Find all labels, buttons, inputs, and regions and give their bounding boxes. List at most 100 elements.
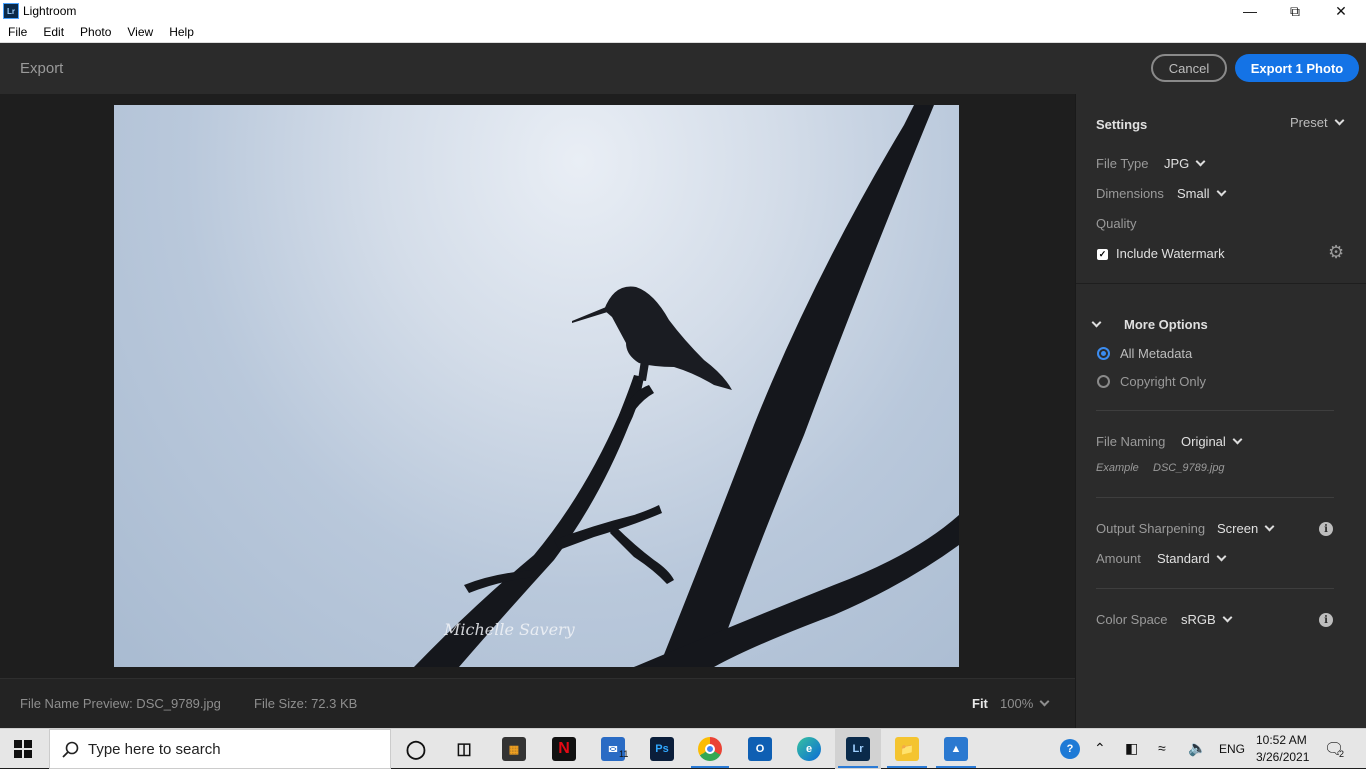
file-naming-value: Original <box>1181 434 1226 449</box>
window-title: Lightroom <box>23 4 77 18</box>
fit-button[interactable]: Fit <box>972 696 988 711</box>
help-icon[interactable]: ? <box>1060 739 1080 759</box>
radio-copyright-only[interactable] <box>1097 375 1110 388</box>
divider <box>1096 497 1334 498</box>
watermark-checkbox[interactable]: ✓ <box>1097 249 1108 260</box>
cortana-icon[interactable]: ◯ <box>404 737 428 761</box>
color-space-dropdown[interactable]: sRGB <box>1181 612 1233 627</box>
file-size: File Size: 72.3 KB <box>254 696 358 711</box>
preset-label: Preset <box>1290 115 1328 130</box>
taskbar: Type here to search ◯ ◫ ▦ N ✉ 11 Ps O e … <box>0 728 1366 769</box>
output-sharpening-dropdown[interactable]: Screen <box>1217 521 1275 536</box>
store-icon[interactable]: ▦ <box>502 737 526 761</box>
windows-start-icon[interactable] <box>14 740 32 758</box>
all-metadata-label: All Metadata <box>1120 346 1193 361</box>
quality-label: Quality <box>1096 216 1137 231</box>
chevron-down-icon[interactable] <box>1091 317 1102 328</box>
search-placeholder: Type here to search <box>88 740 221 758</box>
file-type-value: JPG <box>1164 156 1190 171</box>
menu-help[interactable]: Help <box>161 25 202 39</box>
chevron-down-icon <box>1039 696 1050 707</box>
restore-button[interactable]: ⧉ <box>1272 0 1318 22</box>
menu-edit[interactable]: Edit <box>35 25 72 39</box>
photo-preview: Michelle Savery <box>114 105 959 667</box>
chevron-down-icon <box>1232 434 1243 445</box>
copyright-only-label: Copyright Only <box>1120 374 1206 389</box>
divider <box>1076 283 1366 284</box>
amount-dropdown[interactable]: Standard <box>1157 551 1227 566</box>
watermark-text: Michelle Savery <box>443 620 576 639</box>
chevron-down-icon <box>1334 115 1345 126</box>
file-name-preview: File Name Preview: DSC_9789.jpg <box>20 696 221 711</box>
chevron-down-icon <box>1264 521 1275 532</box>
clock-time[interactable]: 10:52 AM <box>1256 733 1307 747</box>
divider <box>1096 588 1334 589</box>
outlook-icon[interactable]: O <box>748 737 772 761</box>
divider <box>1096 410 1334 411</box>
wifi-icon[interactable]: ≈ <box>1158 740 1166 756</box>
title-bar: Lr Lightroom — ⧉ ✕ <box>0 0 1366 22</box>
info-icon[interactable]: i <box>1319 613 1333 627</box>
chevron-up-icon[interactable]: ⌃ <box>1094 740 1106 757</box>
watermark-label: Include Watermark <box>1116 246 1225 261</box>
language-indicator[interactable]: ENG <box>1219 742 1245 756</box>
preview-area: Michelle Savery <box>0 94 1075 678</box>
lightroom-app-icon: Lr <box>3 3 19 19</box>
amount-label: Amount <box>1096 551 1141 566</box>
dimensions-label: Dimensions <box>1096 186 1164 201</box>
volume-icon[interactable]: 🔈 <box>1188 739 1207 757</box>
color-space-value: sRGB <box>1181 612 1216 627</box>
output-sharpening-value: Screen <box>1217 521 1259 536</box>
output-sharpening-label: Output Sharpening <box>1096 521 1206 536</box>
settings-heading: Settings <box>1096 117 1148 132</box>
zoom-level: 100% <box>1000 696 1034 711</box>
device-icon[interactable]: ◧ <box>1125 740 1138 757</box>
notification-count: 2 <box>1339 749 1345 759</box>
lightroom-taskbar-icon[interactable]: Lr <box>846 737 870 761</box>
menu-file[interactable]: File <box>0 25 35 39</box>
bird-silhouette-image: Michelle Savery <box>414 105 959 667</box>
photos-icon[interactable]: ▲ <box>944 737 968 761</box>
search-icon <box>62 741 79 758</box>
export-settings-panel: Settings Preset File Type JPG Dimensions… <box>1075 94 1366 728</box>
taskbar-search-input[interactable]: Type here to search <box>49 729 391 769</box>
chevron-down-icon <box>1216 551 1227 562</box>
cancel-button[interactable]: Cancel <box>1151 54 1227 82</box>
chevron-down-icon <box>1222 612 1233 623</box>
export-photo-button[interactable]: Export 1 Photo <box>1235 54 1359 82</box>
dimensions-dropdown[interactable]: Small <box>1177 186 1226 201</box>
chrome-icon[interactable] <box>698 737 722 761</box>
preset-dropdown[interactable]: Preset <box>1290 115 1345 130</box>
mail-badge: 11 <box>619 749 629 759</box>
export-title: Export <box>20 60 64 77</box>
chevron-down-icon <box>1216 186 1226 197</box>
file-naming-dropdown[interactable]: Original <box>1181 434 1243 449</box>
netflix-icon[interactable]: N <box>552 737 576 761</box>
color-space-label: Color Space <box>1096 612 1168 627</box>
export-header: Export Cancel Export 1 Photo <box>0 43 1366 94</box>
zoom-dropdown[interactable]: 100% <box>1000 696 1050 711</box>
file-naming-label: File Naming <box>1096 434 1166 449</box>
photoshop-icon[interactable]: Ps <box>650 737 674 761</box>
file-explorer-icon[interactable]: 📁 <box>895 737 919 761</box>
chevron-down-icon <box>1195 156 1206 167</box>
menu-view[interactable]: View <box>119 25 161 39</box>
example-label: Example <box>1096 462 1139 474</box>
dimensions-value: Small <box>1177 186 1210 201</box>
gear-icon[interactable]: ⚙ <box>1328 242 1344 263</box>
edge-icon[interactable]: e <box>797 737 821 761</box>
preview-footer: File Name Preview: DSC_9789.jpg File Siz… <box>0 678 1075 728</box>
clock-date[interactable]: 3/26/2021 <box>1256 750 1309 764</box>
radio-all-metadata[interactable] <box>1097 347 1110 360</box>
task-view-icon[interactable]: ◫ <box>452 737 476 761</box>
more-options-heading[interactable]: More Options <box>1124 317 1208 332</box>
example-value: DSC_9789.jpg <box>1153 462 1225 474</box>
file-type-dropdown[interactable]: JPG <box>1164 156 1206 171</box>
menu-bar: File Edit Photo View Help <box>0 22 1366 43</box>
menu-photo[interactable]: Photo <box>72 25 119 39</box>
minimize-button[interactable]: — <box>1227 0 1273 22</box>
close-window-button[interactable]: ✕ <box>1318 0 1364 22</box>
info-icon[interactable]: i <box>1319 522 1333 536</box>
amount-value: Standard <box>1157 551 1210 566</box>
file-type-label: File Type <box>1096 156 1149 171</box>
